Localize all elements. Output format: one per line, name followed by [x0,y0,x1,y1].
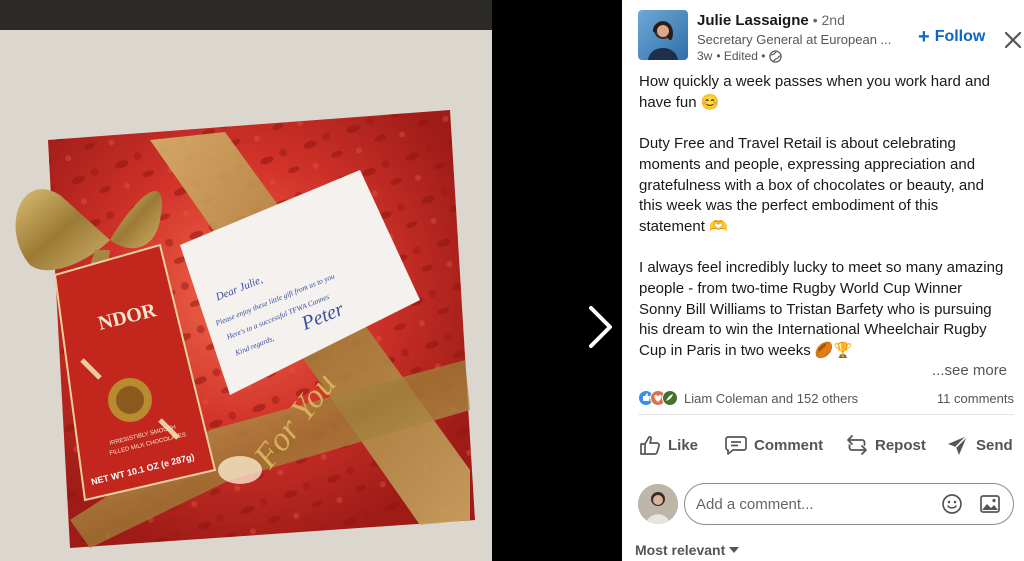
like-icon [640,436,660,455]
close-icon[interactable] [1003,30,1023,50]
repost-label: Repost [875,436,926,454]
comment-label: Comment [754,436,824,454]
post-photo[interactable]: NDOR IRRESISTIBLY SMOOTH FILLED MILK CHO… [0,0,492,561]
comments-count[interactable]: 11 comments [937,391,1014,406]
connection-degree: • 2nd [812,12,845,28]
photo-illustration: NDOR IRRESISTIBLY SMOOTH FILLED MILK CHO… [0,0,492,561]
repost-button[interactable]: Repost [845,428,926,462]
chevron-right-icon[interactable] [585,305,615,349]
author-name-line[interactable]: Julie Lassaigne • 2nd [697,12,845,29]
post-body: How quickly a week passes when you work … [639,72,1005,383]
send-label: Send [976,436,1013,454]
emoji-icon[interactable] [941,493,963,515]
comment-composer [638,480,1018,528]
see-more-link[interactable]: ...see more [932,362,1007,379]
send-icon [948,435,968,455]
sort-label: Most relevant [635,542,726,558]
author-name[interactable]: Julie Lassaigne [697,12,809,29]
post-detail-panel: Julie Lassaigne • 2nd Secretary General a… [622,0,1024,561]
like-label: Like [668,436,699,454]
comment-button[interactable]: Comment [724,428,823,462]
avatar[interactable] [638,484,678,524]
caret-down-icon [729,547,740,553]
post-paragraph: I always feel incredibly lucky to meet s… [639,259,1004,360]
author-headline: Secretary General at European ... [697,32,892,47]
globe-icon [769,49,783,63]
post-paragraph: How quickly a week passes when you work … [639,73,991,111]
image-icon[interactable] [979,493,1001,515]
like-button[interactable]: Like [638,428,698,462]
follow-label: Follow [934,28,986,45]
author-avatar[interactable] [638,10,688,60]
reactions-summary[interactable]: Liam Coleman and 152 others [684,391,858,406]
comment-icon [725,436,747,455]
comment-field[interactable] [684,483,1014,525]
post-meta: 3w • Edited • [697,49,783,63]
post-header: Julie Lassaigne • 2nd Secretary General a… [638,10,1022,66]
divider [638,414,1014,415]
comment-sort-dropdown[interactable]: Most relevant [635,542,740,558]
photo-viewer: NDOR IRRESISTIBLY SMOOTH FILLED MILK CHO… [0,0,622,561]
follow-button[interactable]: + Follow [918,26,986,48]
post-edited: • Edited • [716,49,766,63]
social-counts: Liam Coleman and 152 others 11 comments [638,388,1014,410]
action-bar: Like Comment Repost Send [638,428,1018,462]
reaction-icons[interactable] [638,389,682,407]
comment-input[interactable] [696,495,916,513]
post-time: 3w [697,49,713,63]
post-paragraph: Duty Free and Travel Retail is about cel… [639,135,984,235]
repost-icon [847,435,867,455]
plus-icon: + [918,26,930,48]
send-button[interactable]: Send [946,428,1013,462]
